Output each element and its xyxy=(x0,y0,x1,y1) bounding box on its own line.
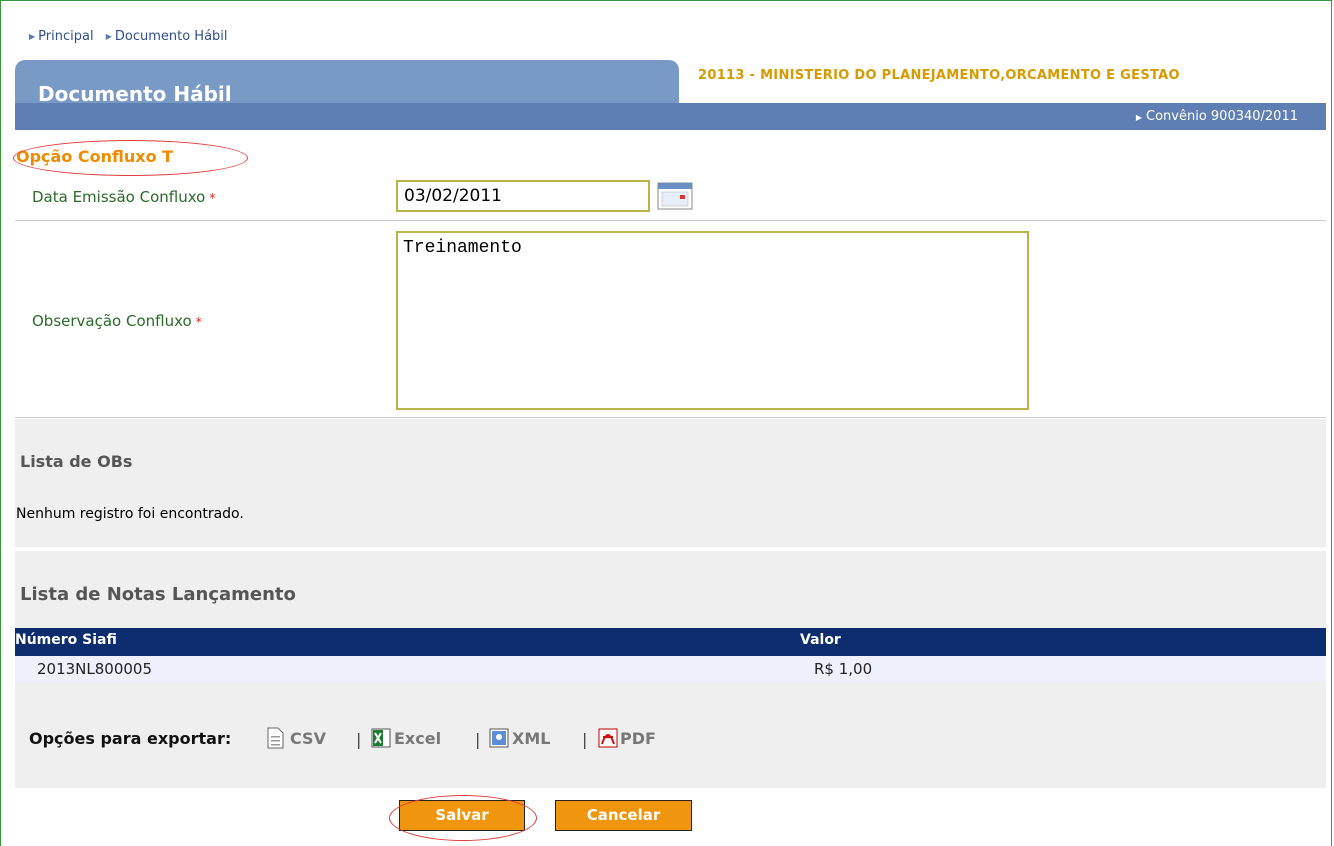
divider xyxy=(15,417,1326,418)
cell-numero: 2013NL800005 xyxy=(37,660,153,678)
separator: | xyxy=(582,730,588,749)
column-header-valor[interactable]: Valor xyxy=(800,632,841,648)
header-bar xyxy=(15,103,1326,130)
csv-icon[interactable] xyxy=(265,727,285,749)
triangle-right-icon: ▶ xyxy=(29,32,36,41)
excel-icon[interactable] xyxy=(371,727,391,749)
page-title: Documento Hábil xyxy=(38,82,232,106)
highlight-ellipse-title xyxy=(13,140,248,176)
observacao-textarea[interactable]: Treinamento xyxy=(396,231,1029,410)
obs-list-panel xyxy=(15,419,1326,547)
xml-icon[interactable] xyxy=(489,727,509,749)
triangle-right-icon: ▶ xyxy=(1135,113,1142,122)
triangle-right-icon: ▶ xyxy=(105,32,112,41)
table-row xyxy=(15,656,1326,682)
export-xml-link[interactable]: XML xyxy=(512,729,550,748)
notas-list-title: Lista de Notas Lançamento xyxy=(20,584,296,605)
breadcrumb-item-documento[interactable]: ▶ Documento Hábil xyxy=(106,29,228,44)
observacao-label: Observação Confluxo * xyxy=(32,312,202,330)
data-emissao-label: Data Emissão Confluxo * xyxy=(32,188,216,206)
obs-empty-message: Nenhum registro foi encontrado. xyxy=(16,506,244,522)
calendar-icon[interactable] xyxy=(657,182,693,210)
column-header-numero[interactable]: Número Siafi xyxy=(15,632,117,648)
export-pdf-link[interactable]: PDF xyxy=(620,729,656,748)
pdf-icon[interactable] xyxy=(598,727,618,749)
data-emissao-input[interactable]: 03/02/2011 xyxy=(396,180,650,212)
separator: | xyxy=(356,730,362,749)
org-name: 20113 - MINISTERIO DO PLANEJAMENTO,ORCAM… xyxy=(698,68,1180,83)
cell-valor: R$ 1,00 xyxy=(814,660,873,678)
breadcrumb-item-principal[interactable]: ▶ Principal xyxy=(29,29,94,44)
export-label: Opções para exportar: xyxy=(29,729,232,748)
breadcrumb: ▶ Principal ▶ Documento Hábil xyxy=(29,29,236,44)
cancel-button[interactable]: Cancelar xyxy=(555,800,692,831)
export-csv-link[interactable]: CSV xyxy=(290,729,326,748)
convenio-label: ▶ Convênio 900340/2011 xyxy=(1135,109,1298,124)
obs-list-title: Lista de OBs xyxy=(20,452,133,471)
separator: | xyxy=(475,730,481,749)
export-excel-link[interactable]: Excel xyxy=(394,729,441,748)
highlight-ellipse-save xyxy=(389,795,537,841)
table-header xyxy=(15,628,1326,656)
